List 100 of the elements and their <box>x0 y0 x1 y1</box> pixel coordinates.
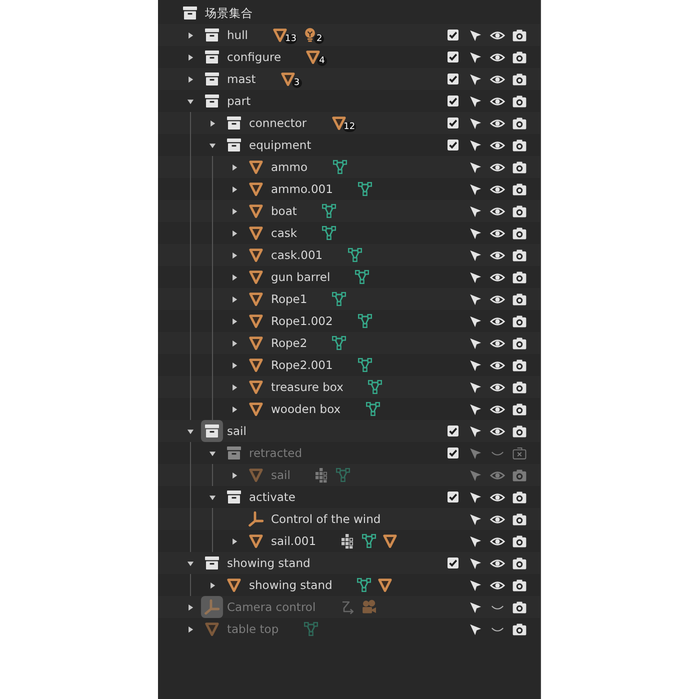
crossed-camera-icon[interactable] <box>512 446 526 460</box>
cursor-arrow-icon[interactable] <box>468 72 482 86</box>
zigzag-arrow-icon[interactable] <box>340 599 356 615</box>
expand-arrow-icon[interactable] <box>230 274 238 280</box>
expand-arrow-icon[interactable] <box>208 142 216 148</box>
expand-arrow-icon[interactable] <box>230 296 238 302</box>
cursor-arrow-icon[interactable] <box>468 534 482 548</box>
checkbox[interactable] <box>447 117 459 129</box>
inverted-triangle-icon[interactable] <box>377 577 394 593</box>
cursor-arrow-icon[interactable] <box>468 204 482 218</box>
expand-arrow-icon[interactable] <box>208 494 216 500</box>
camera-icon[interactable] <box>512 314 526 328</box>
cursor-arrow-icon[interactable] <box>468 380 482 394</box>
cursor-arrow-icon[interactable] <box>468 622 482 636</box>
camera-icon[interactable] <box>512 600 526 614</box>
camera-icon[interactable] <box>512 226 526 240</box>
cursor-arrow-icon[interactable] <box>468 270 482 284</box>
vertex-triangle-icon[interactable] <box>331 335 348 351</box>
cursor-arrow-icon[interactable] <box>468 512 482 526</box>
camera-icon[interactable] <box>512 402 526 416</box>
cursor-arrow-icon[interactable] <box>468 578 482 592</box>
camera-icon[interactable] <box>512 138 526 152</box>
cursor-arrow-icon[interactable] <box>468 248 482 262</box>
cursor-arrow-icon[interactable] <box>468 50 482 64</box>
expand-arrow-icon[interactable] <box>230 318 238 324</box>
expand-arrow-icon[interactable] <box>186 626 194 632</box>
cursor-arrow-icon[interactable] <box>468 314 482 328</box>
vertex-triangle-icon[interactable] <box>346 247 363 263</box>
camera-icon[interactable] <box>512 512 526 526</box>
inverted-triangle-icon[interactable] <box>280 71 296 87</box>
outliner-row[interactable]: showing stand <box>158 552 540 574</box>
checkbox[interactable] <box>447 491 459 503</box>
expand-arrow-icon[interactable] <box>230 252 238 258</box>
cursor-arrow-icon[interactable] <box>468 556 482 570</box>
camera-icon[interactable] <box>512 28 526 42</box>
expand-arrow-icon[interactable] <box>186 604 194 610</box>
checkbox[interactable] <box>447 139 459 151</box>
expand-arrow-icon[interactable] <box>208 582 216 588</box>
expand-arrow-icon[interactable] <box>230 208 238 214</box>
expand-arrow-icon[interactable] <box>230 164 238 170</box>
vertex-triangle-icon[interactable] <box>361 533 378 549</box>
vertex-triangle-icon[interactable] <box>331 291 348 307</box>
cursor-arrow-icon[interactable] <box>468 226 482 240</box>
outliner-row[interactable]: Rope2 <box>158 332 540 354</box>
vertex-triangle-icon[interactable] <box>356 313 373 329</box>
camera-icon[interactable] <box>512 292 526 306</box>
inverted-triangle-icon[interactable] <box>305 49 322 65</box>
camera-icon[interactable] <box>512 336 526 350</box>
vertex-triangle-icon[interactable] <box>367 379 384 395</box>
vertex-triangle-icon[interactable] <box>354 269 370 285</box>
vertex-triangle-icon[interactable] <box>321 225 338 241</box>
cursor-arrow-icon[interactable] <box>468 292 482 306</box>
outliner-row[interactable]: boat <box>158 200 540 222</box>
cursor-arrow-icon[interactable] <box>468 28 482 42</box>
expand-arrow-icon[interactable] <box>208 120 216 126</box>
camera-icon[interactable] <box>512 160 526 174</box>
camera-icon[interactable] <box>512 424 526 438</box>
checkbox[interactable] <box>447 447 459 459</box>
cursor-arrow-icon[interactable] <box>468 600 482 614</box>
expand-arrow-icon[interactable] <box>230 362 238 368</box>
inverted-triangle-icon[interactable] <box>272 27 288 43</box>
checkbox[interactable] <box>447 425 459 437</box>
outliner-row[interactable]: Control of the wind <box>158 508 540 530</box>
expand-arrow-icon[interactable] <box>186 98 194 104</box>
cursor-arrow-icon[interactable] <box>468 160 482 174</box>
camera-icon[interactable] <box>512 380 526 394</box>
camera-icon[interactable] <box>512 182 526 196</box>
camera-icon[interactable] <box>512 490 526 504</box>
vertex-triangle-icon[interactable] <box>320 203 337 219</box>
expand-arrow-icon[interactable] <box>230 230 238 236</box>
expand-arrow-icon[interactable] <box>230 384 238 390</box>
cursor-arrow-icon[interactable] <box>468 116 482 130</box>
camera-icon[interactable] <box>512 94 526 108</box>
cursor-arrow-icon[interactable] <box>468 402 482 416</box>
expand-arrow-icon[interactable] <box>230 340 238 346</box>
camera-icon[interactable] <box>512 204 526 218</box>
camera-icon[interactable] <box>512 50 526 64</box>
outliner-row[interactable]: sail <box>158 420 540 442</box>
camera-icon[interactable] <box>512 534 526 548</box>
vertex-triangle-icon[interactable] <box>364 401 381 417</box>
cursor-arrow-icon[interactable] <box>468 182 482 196</box>
camera-icon[interactable] <box>512 358 526 372</box>
cursor-arrow-icon[interactable] <box>468 490 482 504</box>
cursor-arrow-icon[interactable] <box>468 358 482 372</box>
expand-arrow-icon[interactable] <box>186 560 194 566</box>
expand-arrow-icon[interactable] <box>230 406 238 412</box>
expand-arrow-icon[interactable] <box>230 538 238 544</box>
camera-icon[interactable] <box>512 556 526 570</box>
outliner-row[interactable]: cask.001 <box>158 244 540 266</box>
cursor-arrow-icon[interactable] <box>468 424 482 438</box>
checkbox[interactable] <box>447 95 459 107</box>
camera-icon[interactable] <box>512 270 526 284</box>
camera-icon[interactable] <box>512 248 526 262</box>
cursor-arrow-icon[interactable] <box>468 138 482 152</box>
vertex-triangle-icon[interactable] <box>356 577 372 593</box>
checkbox[interactable] <box>447 51 459 63</box>
expand-arrow-icon[interactable] <box>230 186 238 192</box>
outliner-row[interactable]: mast 3 <box>158 68 540 90</box>
camera-icon[interactable] <box>512 622 526 636</box>
expand-arrow-icon[interactable] <box>186 32 194 38</box>
